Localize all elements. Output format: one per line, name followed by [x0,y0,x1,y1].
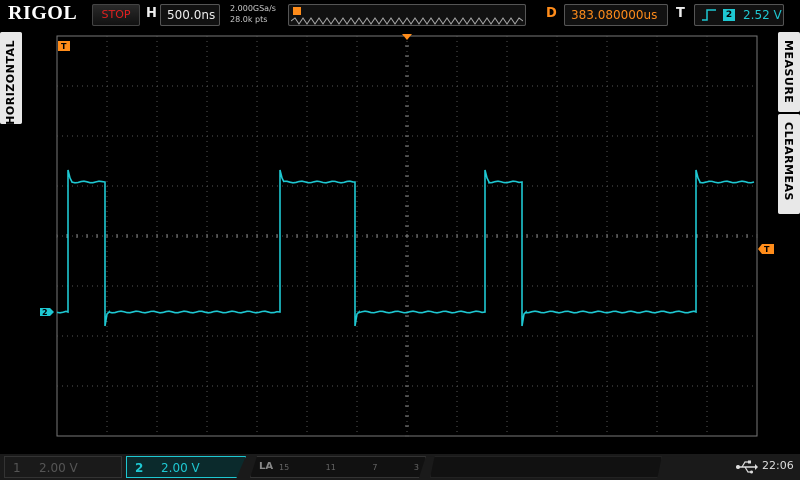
channel-bar: 1 2.00 V 2 2.00 V LA 15 11 7 3 22:06 [0,454,800,480]
channel-2-ground-marker[interactable]: 2 [40,308,54,317]
clear-measure-tab-label: CLEARMEAS [782,122,795,201]
trigger-position-top-marker [402,34,412,40]
graticule [56,35,758,437]
logic-group-label: 15 [279,463,290,472]
channel-2-ground-label: 2 [42,308,48,317]
channel-1-box[interactable]: 1 2.00 V [4,456,122,478]
waveform-display[interactable]: T T 2 [0,0,800,454]
channel-2-number: 2 [135,461,144,475]
logic-analyzer-label: LA [259,461,274,472]
trigger-left-label: T [61,42,67,51]
system-clock: 22:06 [762,459,794,472]
logic-group-label: 3 [413,463,419,472]
channel-2-trace [56,169,755,327]
clear-measure-tab[interactable]: CLEARMEAS [778,114,800,214]
horizontal-tab-label: HORIZONTAL [4,40,17,125]
channel-1-number: 1 [13,461,21,475]
channel-1-scale: 2.00 V [39,461,78,475]
trigger-level-label: T [764,245,770,254]
horizontal-tab[interactable]: HORIZONTAL [0,32,22,125]
logic-analyzer-box[interactable]: LA 15 11 7 3 [250,456,426,478]
measure-tab[interactable]: MEASURE [778,32,800,112]
trigger-level-marker[interactable]: T [758,244,774,254]
measure-tab-label: MEASURE [782,40,795,104]
logic-group-label: 11 [325,463,336,472]
trigger-left-marker: T [58,41,70,51]
usb-icon [736,460,758,474]
channel-2-box[interactable]: 2 2.00 V [126,456,246,478]
empty-slot [430,456,662,478]
logic-channel-groups: 15 11 7 3 [279,463,419,472]
channel-2-scale: 2.00 V [161,461,200,475]
logic-group-label: 7 [372,463,378,472]
